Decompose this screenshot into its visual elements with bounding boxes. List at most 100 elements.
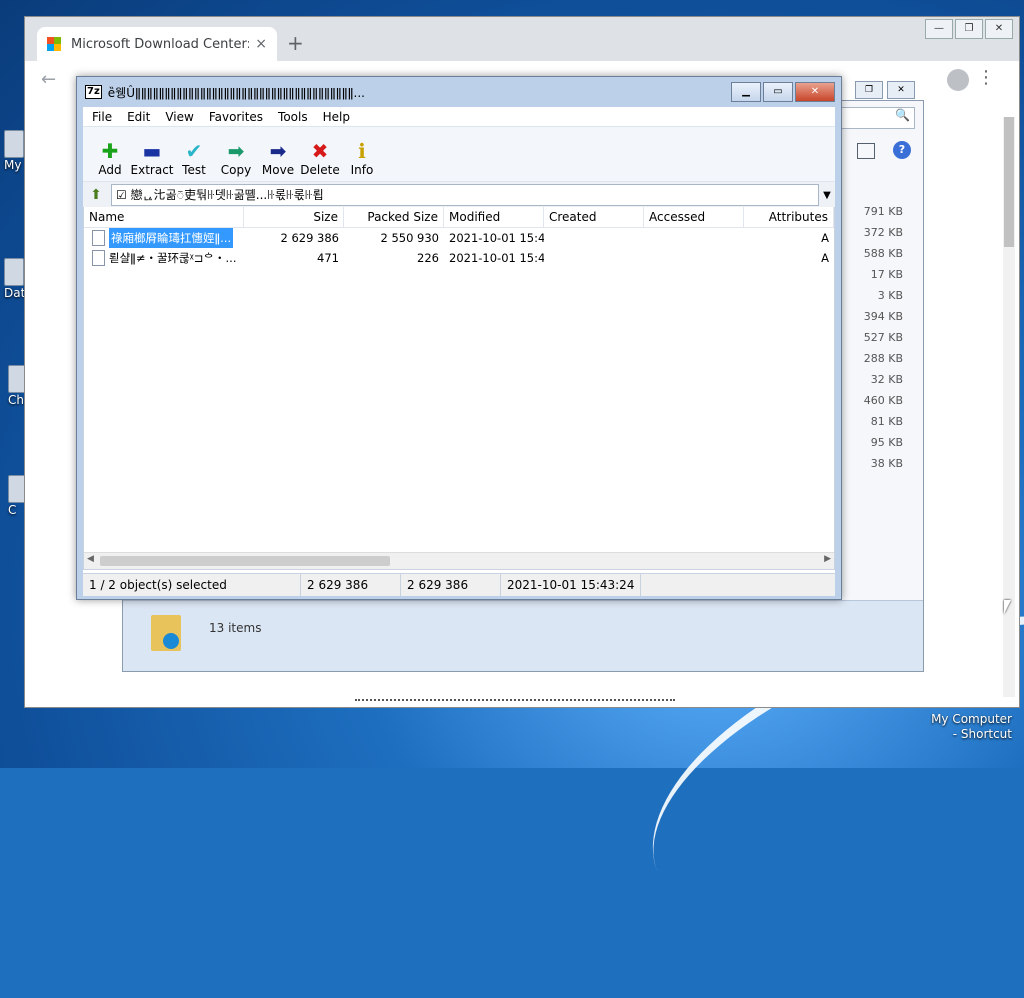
button-label: Test	[182, 163, 206, 177]
explorer-size-column: 791 KB 372 KB 588 KB 17 KB 3 KB 394 KB 5…	[843, 201, 903, 474]
explorer-close-button[interactable]: ✕	[887, 81, 915, 99]
scrollbar-thumb[interactable]	[1004, 117, 1014, 247]
explorer-window-controls: ❐ ✕	[855, 81, 915, 99]
chevron-down-icon[interactable]: ▼	[819, 190, 835, 201]
column-accessed[interactable]: Accessed	[644, 207, 744, 227]
minimize-button[interactable]: —	[925, 19, 953, 39]
menu-view[interactable]: View	[156, 110, 199, 124]
created-date	[544, 228, 644, 248]
scroll-left-icon[interactable]: ◀	[87, 554, 94, 564]
row-name-cell: 祿廂榔㞕睔瑇扛憓娙ǁ...	[84, 228, 244, 248]
file-size: 3 KB	[877, 289, 903, 302]
tab-title: Microsoft Download Center: Win	[71, 36, 250, 52]
sevenzip-window-controls: ▁ ▭ ✕	[731, 82, 835, 102]
created-date	[544, 248, 644, 268]
menu-favorites[interactable]: Favorites	[200, 110, 269, 124]
file-size: 588 KB	[863, 247, 903, 260]
page-text-partial	[355, 699, 675, 711]
button-label: Extract	[130, 163, 174, 177]
minus-icon: ▬	[142, 139, 162, 163]
address-bar: ⬆ ☑ 戀ᇈ㲺곪ꩼ吏둮ꖍ뎃ꖍ곪뗼...ꖍ롟ꖍ롟ꖍ룁 ▼	[83, 182, 835, 209]
close-button[interactable]: ✕	[795, 82, 835, 102]
file-size: 95 KB	[870, 436, 903, 449]
tab-close-icon[interactable]: ×	[255, 36, 267, 52]
button-label: Add	[98, 163, 122, 177]
search-icon: 🔍	[895, 108, 910, 122]
minimize-button[interactable]: ▁	[731, 82, 761, 102]
file-size: 791 KB	[863, 205, 903, 218]
column-name[interactable]: Name	[84, 207, 244, 227]
attributes: A	[821, 231, 829, 245]
info-button[interactable]: ℹ Info	[341, 139, 383, 181]
menu-file[interactable]: File	[83, 110, 118, 124]
browser-tab[interactable]: Microsoft Download Center: Win ×	[37, 27, 277, 61]
profile-avatar-icon[interactable]	[947, 69, 969, 91]
table-row[interactable]: 뢷샬ǁ≠・꿀环쿦ᵡ⊐ᅌ・... 471 226 2021-10-01 15:43…	[84, 248, 834, 268]
copy-button[interactable]: ➡ Copy	[215, 139, 257, 181]
file-size: 460 KB	[863, 394, 903, 407]
button-label: Move	[261, 163, 295, 177]
table-row[interactable]: 祿廂榔㞕睔瑇扛憓娙ǁ... 2 629 386 2 550 930 2021-1…	[84, 228, 834, 248]
column-size[interactable]: Size	[244, 207, 344, 227]
menu-help[interactable]: Help	[314, 110, 356, 124]
browser-menu-button[interactable]: ⋮	[977, 67, 995, 88]
maximize-button[interactable]: ▭	[763, 82, 793, 102]
explorer-details-pane: 13 items	[123, 600, 923, 671]
file-name: 祿廂榔㞕睔瑇扛憓娙ǁ...	[109, 228, 234, 248]
column-headers: Name Size Packed Size Modified Created A…	[84, 207, 834, 228]
menu-tools[interactable]: Tools	[269, 110, 314, 124]
sevenzip-logo-icon: 7z	[85, 85, 102, 99]
file-size: 527 KB	[863, 331, 903, 344]
extract-button[interactable]: ▬ Extract	[130, 139, 174, 181]
window-title: ȅ웽Ûǁǁǁǁǁǁǁǁǁǁǁǁǁǁǁǁǁǁǁǁǁǁǁǁǁǁǁǁǁǁǁǁǁǁǁǁǁ…	[107, 85, 365, 100]
browser-window-controls: — ❐ ✕	[925, 19, 1013, 39]
toolbar: ✚ Add ▬ Extract ✔ Test ➡ Copy ➡ Move ✖ D…	[83, 127, 835, 182]
delete-button[interactable]: ✖ Delete	[299, 139, 341, 181]
shortcut-icon	[4, 258, 24, 286]
column-modified[interactable]: Modified	[444, 207, 544, 227]
column-created[interactable]: Created	[544, 207, 644, 227]
accessed-date	[644, 248, 744, 268]
new-tab-button[interactable]: +	[287, 31, 304, 55]
file-size: 38 KB	[870, 457, 903, 470]
desktop-icon-my[interactable]: My	[4, 130, 24, 172]
add-button[interactable]: ✚ Add	[89, 139, 131, 181]
scrollbar-thumb[interactable]	[100, 556, 390, 566]
help-icon[interactable]: ?	[893, 141, 911, 159]
desktop-icon-label: My	[4, 158, 22, 172]
info-icon: ℹ	[358, 139, 366, 163]
folder-up-icon[interactable]: ⬆	[87, 186, 105, 204]
file-name: 뢷샬ǁ≠・꿀环쿦ᵡ⊐ᅌ・...	[109, 251, 237, 265]
move-button[interactable]: ➡ Move	[257, 139, 299, 181]
modified-date: 2021-10-01 15:43	[449, 231, 544, 245]
button-label: Delete	[300, 163, 340, 177]
item-count: 13 items	[209, 621, 262, 635]
close-button[interactable]: ✕	[985, 19, 1013, 39]
desktop-icon-label: My Computer	[931, 712, 1012, 726]
status-packed: 2 629 386	[401, 574, 501, 596]
file-icon	[92, 230, 105, 246]
sevenzip-titlebar[interactable]: 7z ȅ웽Ûǁǁǁǁǁǁǁǁǁǁǁǁǁǁǁǁǁǁǁǁǁǁǁǁǁǁǁǁǁǁǁǁǁǁ…	[77, 77, 841, 107]
folder-download-icon	[151, 615, 181, 651]
attributes: A	[821, 251, 829, 265]
delete-x-icon: ✖	[311, 139, 329, 163]
scroll-right-icon[interactable]: ▶	[824, 554, 831, 564]
maximize-button[interactable]: ❐	[955, 19, 983, 39]
menu-edit[interactable]: Edit	[118, 110, 156, 124]
horizontal-scrollbar[interactable]: ◀ ▶	[84, 552, 834, 569]
column-attributes[interactable]: Attributes	[744, 207, 834, 227]
packed-size: 226	[417, 251, 439, 265]
file-size: 81 KB	[870, 415, 903, 428]
check-icon: ✔	[185, 139, 203, 163]
packed-size: 2 550 930	[380, 231, 439, 245]
preview-pane-icon[interactable]	[857, 143, 875, 159]
explorer-restore-button[interactable]: ❐	[855, 81, 883, 99]
path-field[interactable]: ☑ 戀ᇈ㲺곪ꩼ吏둮ꖍ뎃ꖍ곪뗼...ꖍ롟ꖍ롟ꖍ룁	[111, 184, 819, 206]
test-button[interactable]: ✔ Test	[173, 139, 215, 181]
modified-date: 2021-10-01 15:43	[449, 251, 544, 265]
sevenzip-body: File Edit View Favorites Tools Help ✚ Ad…	[83, 107, 835, 596]
back-button[interactable]: ←	[41, 69, 56, 90]
desktop-icon-my-computer[interactable]: My Computer - Shortcut	[931, 712, 1012, 742]
column-packed-size[interactable]: Packed Size	[344, 207, 444, 227]
computer-icon	[4, 130, 24, 158]
